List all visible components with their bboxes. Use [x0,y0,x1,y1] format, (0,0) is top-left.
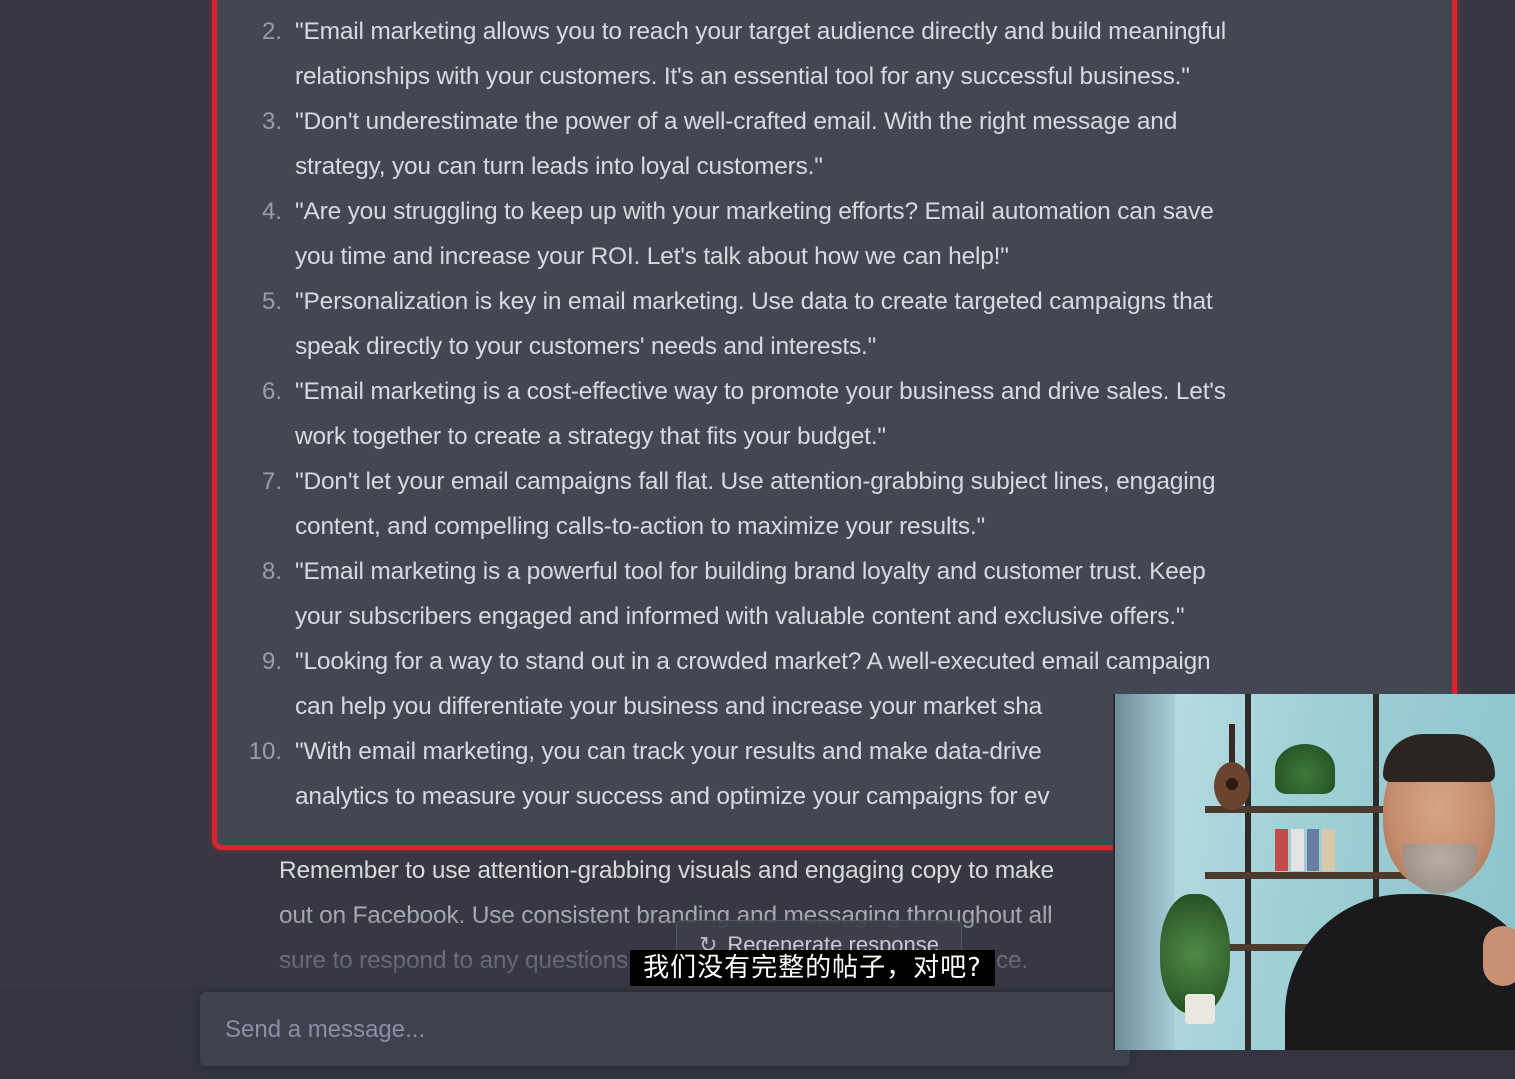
plant-icon [1275,744,1335,794]
list-item-line-1: "Don't underestimate the power of a well… [295,108,1178,135]
list-item-line-1: "Don't let your email campaigns fall fla… [295,468,1216,495]
closing-line-1: Remember to use attention-grabbing visua… [279,857,1054,884]
presenter-beard [1403,844,1477,894]
list-number: 8. [261,558,282,585]
closing-line-3: sure to respond to any questions [279,947,629,974]
list-item-line-2: your subscribers engaged and informed wi… [295,603,1185,630]
message-input[interactable] [225,1014,1105,1046]
list-number: 5. [261,288,282,315]
list-item-line-2: strategy, you can turn leads into loyal … [295,153,823,180]
presenter-hand [1483,926,1515,986]
list-item-line-1: "Email marketing is a powerful tool for … [295,558,1206,585]
list-item-line-1: "Personalization is key in email marketi… [295,288,1213,315]
list-item-line-1: "Looking for a way to stand out in a cro… [295,648,1211,675]
guitar-icon [1214,724,1250,810]
presenter-hair [1383,734,1495,782]
list-item-line-2: you time and increase your ROI. Let's ta… [295,243,1009,270]
chat-screen: 2. "Email marketing allows you to reach y… [0,0,1515,1079]
list-number: 3. [261,108,282,135]
books-icon [1275,829,1335,871]
pot-icon [1185,994,1215,1024]
list-item-line-2: speak directly to your customers' needs … [295,333,877,360]
webcam-overlay [1113,694,1515,1050]
list-number: 2. [261,18,282,45]
webcam-wall [1115,694,1175,1050]
list-item-line-1: "Are you struggling to keep up with your… [295,198,1214,225]
closing-line-3-tail: ce. [996,947,1029,974]
list-number: 9. [261,648,282,675]
list-number: 6. [261,378,282,405]
list-item-line-2: content, and compelling calls-to-action … [295,513,985,540]
list-number: 4. [261,198,282,225]
list-number: 7. [261,468,282,495]
video-subtitle: 我们没有完整的帖子，对吧? [630,950,995,986]
presenter-body [1285,894,1515,1050]
message-composer [200,992,1130,1066]
shelf [1205,872,1415,879]
list-item-line-2: relationships with your customers. It's … [295,63,1190,90]
list-number: 10. [248,738,282,765]
list-item-line-2: work together to create a strategy that … [295,423,886,450]
list-item-line-1: "Email marketing allows you to reach you… [295,18,1226,45]
list-item-line-1: "Email marketing is a cost-effective way… [295,378,1226,405]
